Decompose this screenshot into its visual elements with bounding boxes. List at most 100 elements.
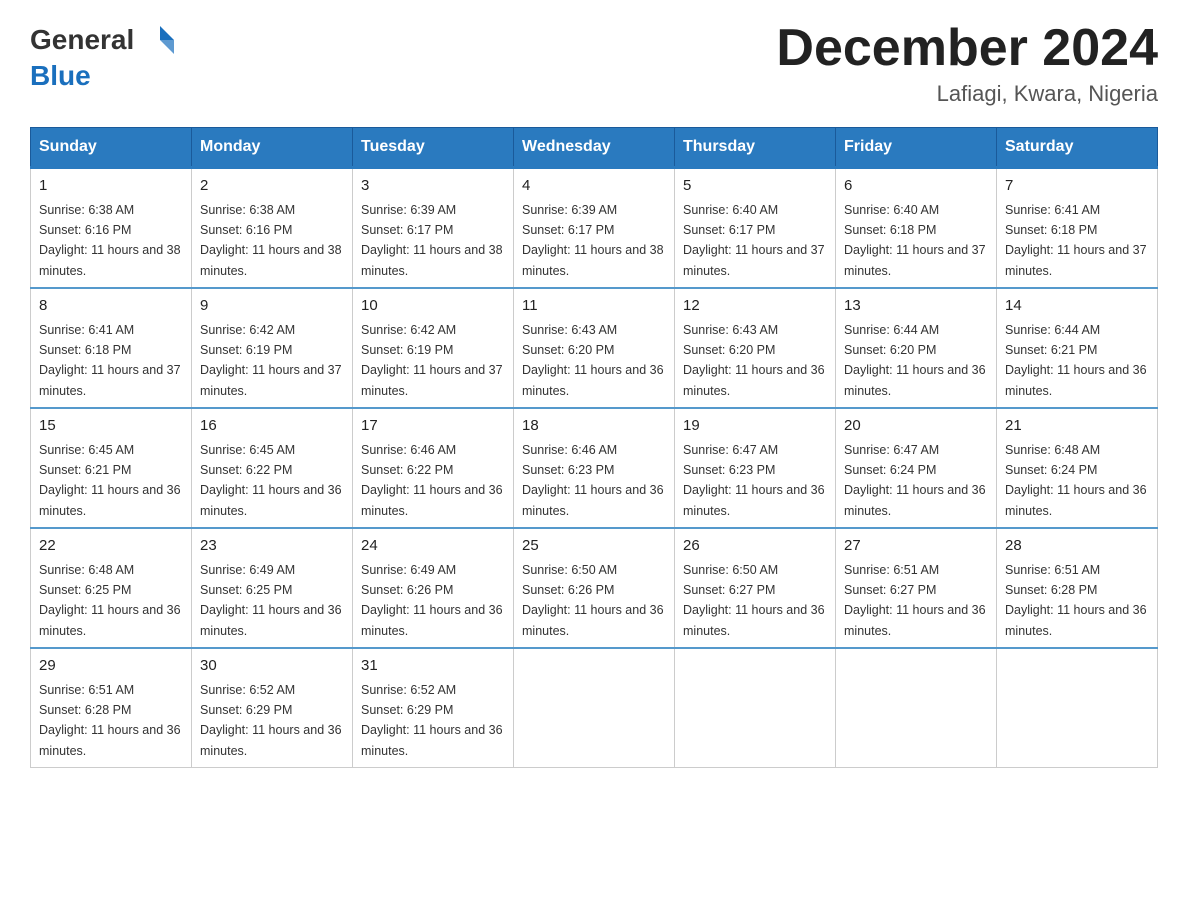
calendar-cell: 17 Sunrise: 6:46 AMSunset: 6:22 PMDayligh…	[353, 408, 514, 528]
calendar-cell: 15 Sunrise: 6:45 AMSunset: 6:21 PMDayligh…	[31, 408, 192, 528]
calendar-cell: 20Sunrise: 6:47 AMSunset: 6:24 PMDayligh…	[836, 408, 997, 528]
calendar-cell: 13 Sunrise: 6:44 AMSunset: 6:20 PMDayligh…	[836, 288, 997, 408]
weekday-header-saturday: Saturday	[997, 128, 1158, 168]
calendar-cell: 27 Sunrise: 6:51 AMSunset: 6:27 PMDayligh…	[836, 528, 997, 648]
day-number: 16	[200, 415, 344, 438]
day-info: Sunrise: 6:47 AMSunset: 6:23 PMDaylight:…	[683, 443, 825, 518]
week-row-5: 29 Sunrise: 6:51 AMSunset: 6:28 PMDayligh…	[31, 648, 1158, 768]
day-number: 3	[361, 175, 505, 198]
day-number: 4	[522, 175, 666, 198]
day-number: 6	[844, 175, 988, 198]
day-info: Sunrise: 6:39 AMSunset: 6:17 PMDaylight:…	[522, 203, 664, 278]
day-info: Sunrise: 6:44 AMSunset: 6:21 PMDaylight:…	[1005, 323, 1147, 398]
day-info: Sunrise: 6:40 AMSunset: 6:17 PMDaylight:…	[683, 203, 825, 278]
calendar-cell: 3 Sunrise: 6:39 AMSunset: 6:17 PMDaylight…	[353, 168, 514, 289]
day-info: Sunrise: 6:52 AMSunset: 6:29 PMDaylight:…	[361, 683, 503, 758]
calendar-cell	[514, 648, 675, 768]
title-section: December 2024 Lafiagi, Kwara, Nigeria	[776, 20, 1158, 107]
day-number: 7	[1005, 175, 1149, 198]
day-number: 14	[1005, 295, 1149, 318]
day-info: Sunrise: 6:45 AMSunset: 6:22 PMDaylight:…	[200, 443, 342, 518]
day-info: Sunrise: 6:49 AMSunset: 6:25 PMDaylight:…	[200, 563, 342, 638]
calendar-cell: 7 Sunrise: 6:41 AMSunset: 6:18 PMDaylight…	[997, 168, 1158, 289]
weekday-header-thursday: Thursday	[675, 128, 836, 168]
day-number: 27	[844, 535, 988, 558]
day-number: 22	[39, 535, 183, 558]
day-info: Sunrise: 6:50 AMSunset: 6:26 PMDaylight:…	[522, 563, 664, 638]
calendar-cell: 31 Sunrise: 6:52 AMSunset: 6:29 PMDayligh…	[353, 648, 514, 768]
calendar-cell: 29 Sunrise: 6:51 AMSunset: 6:28 PMDayligh…	[31, 648, 192, 768]
day-info: Sunrise: 6:48 AMSunset: 6:25 PMDaylight:…	[39, 563, 181, 638]
calendar-cell: 19 Sunrise: 6:47 AMSunset: 6:23 PMDayligh…	[675, 408, 836, 528]
day-info: Sunrise: 6:51 AMSunset: 6:27 PMDaylight:…	[844, 563, 986, 638]
day-info: Sunrise: 6:43 AMSunset: 6:20 PMDaylight:…	[522, 323, 664, 398]
day-number: 18	[522, 415, 666, 438]
day-number: 9	[200, 295, 344, 318]
day-number: 2	[200, 175, 344, 198]
day-info: Sunrise: 6:40 AMSunset: 6:18 PMDaylight:…	[844, 203, 986, 278]
calendar-cell	[997, 648, 1158, 768]
day-number: 1	[39, 175, 183, 198]
calendar-cell: 6 Sunrise: 6:40 AMSunset: 6:18 PMDaylight…	[836, 168, 997, 289]
weekday-header-wednesday: Wednesday	[514, 128, 675, 168]
day-info: Sunrise: 6:38 AMSunset: 6:16 PMDaylight:…	[39, 203, 181, 278]
day-number: 5	[683, 175, 827, 198]
day-info: Sunrise: 6:43 AMSunset: 6:20 PMDaylight:…	[683, 323, 825, 398]
day-info: Sunrise: 6:50 AMSunset: 6:27 PMDaylight:…	[683, 563, 825, 638]
day-info: Sunrise: 6:49 AMSunset: 6:26 PMDaylight:…	[361, 563, 503, 638]
day-info: Sunrise: 6:39 AMSunset: 6:17 PMDaylight:…	[361, 203, 503, 278]
day-number: 24	[361, 535, 505, 558]
logo: General Blue	[30, 20, 174, 92]
weekday-header-monday: Monday	[192, 128, 353, 168]
day-number: 8	[39, 295, 183, 318]
calendar-cell: 4 Sunrise: 6:39 AMSunset: 6:17 PMDaylight…	[514, 168, 675, 289]
calendar-cell	[836, 648, 997, 768]
calendar-subtitle: Lafiagi, Kwara, Nigeria	[776, 81, 1158, 107]
calendar-table: SundayMondayTuesdayWednesdayThursdayFrid…	[30, 127, 1158, 768]
weekday-header-row: SundayMondayTuesdayWednesdayThursdayFrid…	[31, 128, 1158, 168]
day-info: Sunrise: 6:45 AMSunset: 6:21 PMDaylight:…	[39, 443, 181, 518]
day-info: Sunrise: 6:42 AMSunset: 6:19 PMDaylight:…	[200, 323, 342, 398]
week-row-1: 1 Sunrise: 6:38 AMSunset: 6:16 PMDaylight…	[31, 168, 1158, 289]
logo-text-general: General	[30, 24, 134, 56]
calendar-cell: 1 Sunrise: 6:38 AMSunset: 6:16 PMDaylight…	[31, 168, 192, 289]
day-info: Sunrise: 6:41 AMSunset: 6:18 PMDaylight:…	[1005, 203, 1147, 278]
day-number: 21	[1005, 415, 1149, 438]
calendar-cell	[675, 648, 836, 768]
day-number: 25	[522, 535, 666, 558]
calendar-cell: 22 Sunrise: 6:48 AMSunset: 6:25 PMDayligh…	[31, 528, 192, 648]
calendar-cell: 24 Sunrise: 6:49 AMSunset: 6:26 PMDayligh…	[353, 528, 514, 648]
calendar-cell: 5 Sunrise: 6:40 AMSunset: 6:17 PMDaylight…	[675, 168, 836, 289]
day-number: 29	[39, 655, 183, 678]
weekday-header-sunday: Sunday	[31, 128, 192, 168]
calendar-cell: 8Sunrise: 6:41 AMSunset: 6:18 PMDaylight…	[31, 288, 192, 408]
day-number: 28	[1005, 535, 1149, 558]
day-info: Sunrise: 6:46 AMSunset: 6:22 PMDaylight:…	[361, 443, 503, 518]
calendar-cell: 11 Sunrise: 6:43 AMSunset: 6:20 PMDayligh…	[514, 288, 675, 408]
day-number: 11	[522, 295, 666, 318]
day-number: 26	[683, 535, 827, 558]
day-number: 10	[361, 295, 505, 318]
calendar-cell: 25 Sunrise: 6:50 AMSunset: 6:26 PMDayligh…	[514, 528, 675, 648]
calendar-cell: 23 Sunrise: 6:49 AMSunset: 6:25 PMDayligh…	[192, 528, 353, 648]
calendar-cell: 16 Sunrise: 6:45 AMSunset: 6:22 PMDayligh…	[192, 408, 353, 528]
calendar-cell: 10 Sunrise: 6:42 AMSunset: 6:19 PMDayligh…	[353, 288, 514, 408]
day-info: Sunrise: 6:47 AMSunset: 6:24 PMDaylight:…	[844, 443, 986, 518]
day-number: 19	[683, 415, 827, 438]
day-info: Sunrise: 6:48 AMSunset: 6:24 PMDaylight:…	[1005, 443, 1147, 518]
day-number: 17	[361, 415, 505, 438]
calendar-cell: 21 Sunrise: 6:48 AMSunset: 6:24 PMDayligh…	[997, 408, 1158, 528]
day-number: 12	[683, 295, 827, 318]
day-number: 13	[844, 295, 988, 318]
day-info: Sunrise: 6:51 AMSunset: 6:28 PMDaylight:…	[39, 683, 181, 758]
day-number: 23	[200, 535, 344, 558]
day-number: 31	[361, 655, 505, 678]
day-info: Sunrise: 6:42 AMSunset: 6:19 PMDaylight:…	[361, 323, 503, 398]
calendar-cell: 28 Sunrise: 6:51 AMSunset: 6:28 PMDayligh…	[997, 528, 1158, 648]
day-number: 15	[39, 415, 183, 438]
day-info: Sunrise: 6:51 AMSunset: 6:28 PMDaylight:…	[1005, 563, 1147, 638]
day-info: Sunrise: 6:38 AMSunset: 6:16 PMDaylight:…	[200, 203, 342, 278]
day-info: Sunrise: 6:52 AMSunset: 6:29 PMDaylight:…	[200, 683, 342, 758]
calendar-title: December 2024	[776, 20, 1158, 77]
day-info: Sunrise: 6:44 AMSunset: 6:20 PMDaylight:…	[844, 323, 986, 398]
